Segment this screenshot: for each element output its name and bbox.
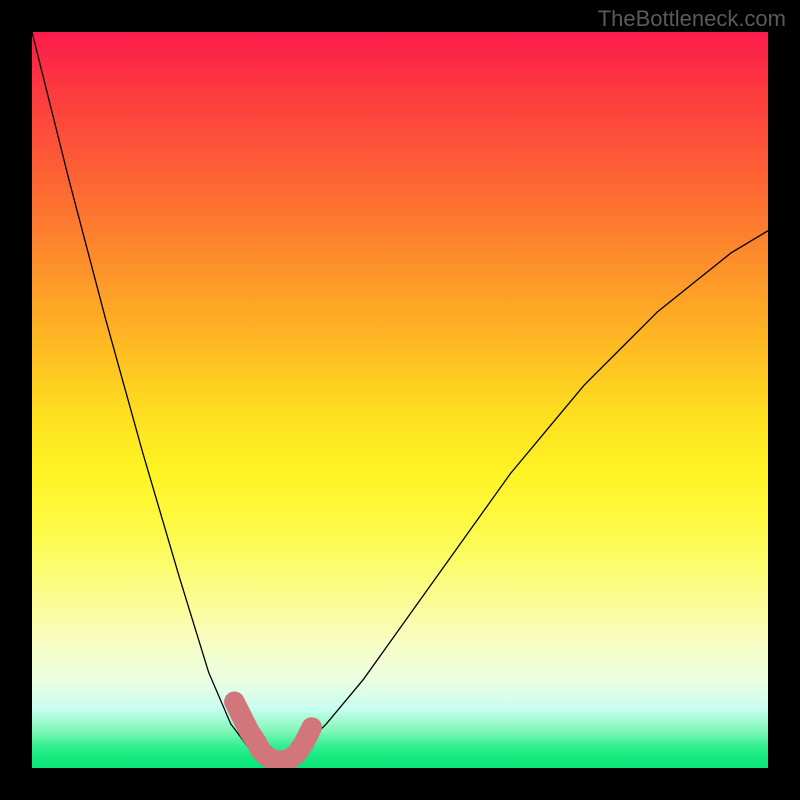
- chart-outer: TheBottleneck.com: [0, 0, 800, 800]
- optimal-range-marker: [32, 32, 768, 768]
- watermark-text: TheBottleneck.com: [598, 6, 786, 32]
- plot-area: [32, 32, 768, 768]
